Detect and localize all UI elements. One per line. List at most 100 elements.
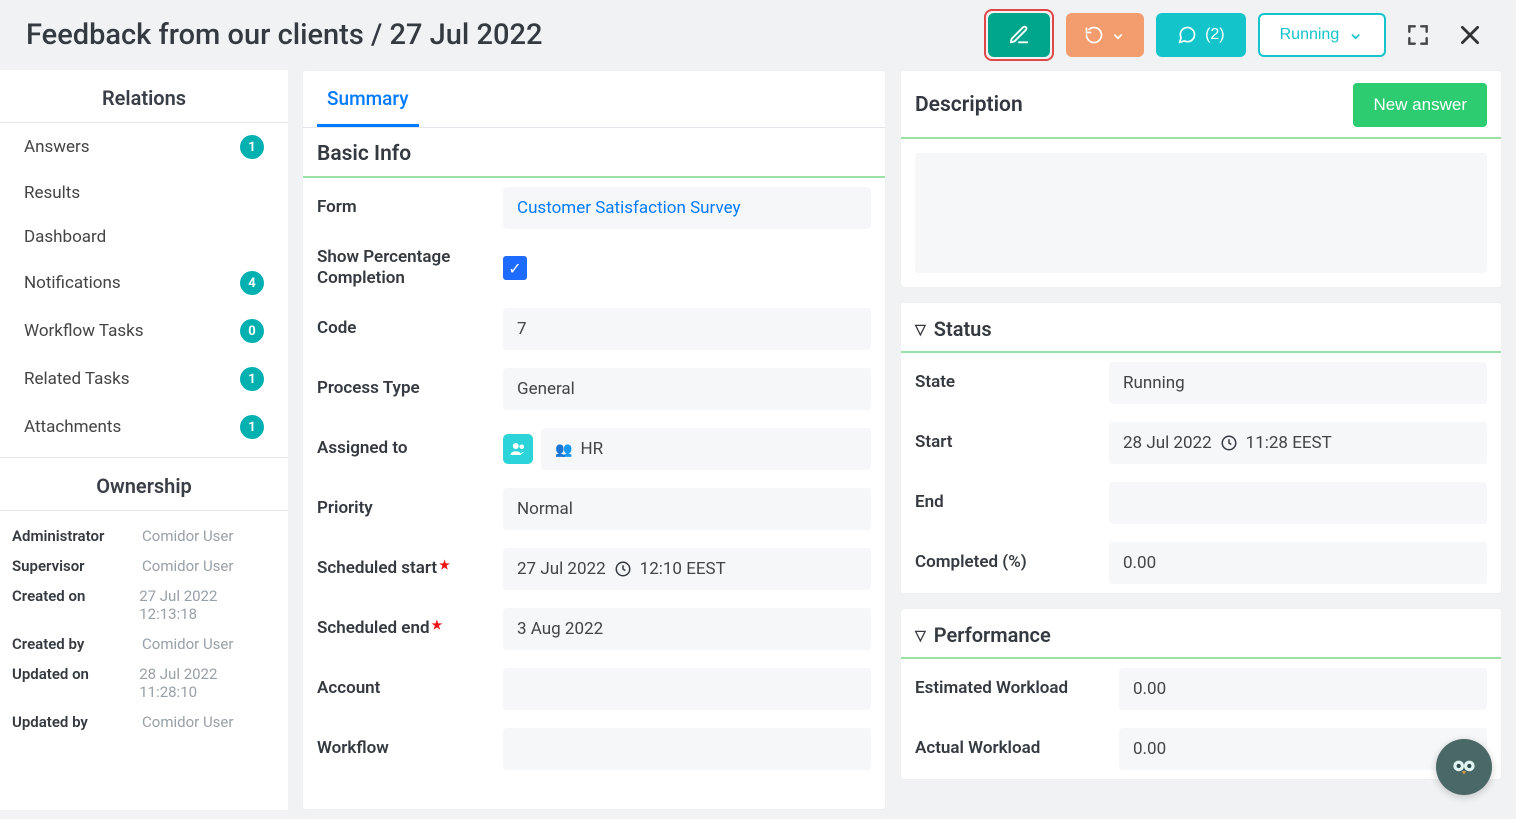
clock-icon bbox=[1220, 434, 1238, 452]
sidebar-item-related-tasks[interactable]: Related Tasks 1 bbox=[0, 355, 288, 403]
ownership-row: SupervisorComidor User bbox=[12, 551, 276, 581]
close-button[interactable] bbox=[1450, 15, 1490, 55]
tab-summary[interactable]: Summary bbox=[317, 71, 419, 127]
estimated-workload-label: Estimated Workload bbox=[915, 678, 1105, 699]
actual-workload-label: Actual Workload bbox=[915, 738, 1105, 759]
start-time: 11:28 EEST bbox=[1246, 433, 1332, 453]
tabs: Summary bbox=[303, 71, 885, 128]
chevron-down-icon bbox=[1347, 26, 1364, 44]
show-pct-checkbox[interactable]: ✓ bbox=[503, 256, 527, 280]
ownership-key: Created on bbox=[12, 587, 139, 623]
sidebar-item-label: Attachments bbox=[24, 417, 121, 437]
sidebar-item-results[interactable]: Results bbox=[0, 171, 288, 215]
workflow-label: Workflow bbox=[317, 738, 489, 759]
ownership-value: Comidor User bbox=[142, 527, 233, 545]
scheduled-end-field: 3 Aug 2022 bbox=[503, 608, 871, 650]
running-label: Running bbox=[1280, 26, 1340, 44]
performance-title: Performance bbox=[901, 609, 1501, 659]
state-label: State bbox=[915, 372, 1095, 393]
ownership-key: Updated by bbox=[12, 713, 142, 731]
ownership-value: 27 Jul 2022 12:13:18 bbox=[139, 587, 276, 623]
end-field bbox=[1109, 482, 1487, 524]
clock-icon bbox=[614, 560, 632, 578]
count-badge: 1 bbox=[240, 415, 264, 439]
sidebar-item-label: Results bbox=[24, 183, 80, 203]
count-badge: 1 bbox=[240, 135, 264, 159]
ownership-grid: AdministratorComidor User SupervisorComi… bbox=[0, 511, 288, 747]
help-owl-button[interactable] bbox=[1436, 739, 1492, 795]
sidebar-item-label: Answers bbox=[24, 137, 90, 157]
collapse-icon[interactable] bbox=[915, 623, 934, 647]
fullscreen-button[interactable] bbox=[1398, 15, 1438, 55]
ownership-row: Updated on28 Jul 2022 11:28:10 bbox=[12, 659, 276, 707]
performance-card: Performance Estimated Workload 0.00 Actu… bbox=[900, 608, 1502, 780]
account-field bbox=[503, 668, 871, 710]
scheduled-start-field: 27 Jul 2022 12:10 EEST bbox=[503, 548, 871, 590]
sidebar-item-answers[interactable]: Answers 1 bbox=[0, 123, 288, 171]
process-type-field: General bbox=[503, 368, 871, 410]
ownership-value: Comidor User bbox=[142, 713, 233, 731]
running-status-button[interactable]: Running bbox=[1258, 13, 1386, 57]
comments-button[interactable]: (2) bbox=[1156, 13, 1246, 57]
assigned-to-value: HR bbox=[580, 439, 603, 459]
ownership-row: Created byComidor User bbox=[12, 629, 276, 659]
group-icon bbox=[555, 439, 572, 459]
history-button[interactable] bbox=[1066, 13, 1144, 57]
ownership-row: Updated byComidor User bbox=[12, 707, 276, 737]
sidebar-item-notifications[interactable]: Notifications 4 bbox=[0, 259, 288, 307]
new-answer-button[interactable]: New answer bbox=[1353, 83, 1487, 127]
top-actions: (2) Running bbox=[984, 9, 1490, 61]
ownership-row: AdministratorComidor User bbox=[12, 521, 276, 551]
collapse-icon[interactable] bbox=[915, 317, 934, 341]
ownership-row: Created on27 Jul 2022 12:13:18 bbox=[12, 581, 276, 629]
ownership-key: Administrator bbox=[12, 527, 142, 545]
status-card: Status State Running Start 28 Jul 2022 1… bbox=[900, 302, 1502, 594]
code-label: Code bbox=[317, 318, 489, 339]
form-label: Form bbox=[317, 197, 489, 218]
account-label: Account bbox=[317, 678, 489, 699]
edit-button[interactable] bbox=[988, 13, 1050, 57]
process-type-label: Process Type bbox=[317, 378, 489, 399]
count-badge: 0 bbox=[240, 319, 264, 343]
count-badge: 4 bbox=[240, 271, 264, 295]
page-title: Feedback from our clients / 27 Jul 2022 bbox=[26, 18, 542, 52]
sidebar-item-attachments[interactable]: Attachments 1 bbox=[0, 403, 288, 451]
show-pct-label: Show Percentage Completion bbox=[317, 247, 489, 290]
comment-icon bbox=[1177, 25, 1197, 45]
description-title: Description bbox=[915, 93, 1023, 117]
count-badge: 1 bbox=[240, 367, 264, 391]
description-card: Description New answer bbox=[900, 70, 1502, 288]
completed-label: Completed (%) bbox=[915, 552, 1095, 573]
assigned-to-field: HR bbox=[541, 428, 871, 470]
priority-label: Priority bbox=[317, 498, 489, 519]
ownership-key: Supervisor bbox=[12, 557, 142, 575]
assigned-to-label: Assigned to bbox=[317, 438, 489, 459]
form-field[interactable]: Customer Satisfaction Survey bbox=[503, 187, 871, 229]
ownership-value: Comidor User bbox=[142, 635, 233, 653]
estimated-workload-field: 0.00 bbox=[1119, 668, 1487, 710]
start-label: Start bbox=[915, 432, 1095, 453]
sidebar-item-label: Related Tasks bbox=[24, 369, 130, 389]
ownership-key: Created by bbox=[12, 635, 142, 653]
scheduled-start-date: 27 Jul 2022 bbox=[517, 559, 606, 579]
code-field: 7 bbox=[503, 308, 871, 350]
status-title: Status bbox=[901, 303, 1501, 353]
priority-field: Normal bbox=[503, 488, 871, 530]
basic-info-title: Basic Info bbox=[303, 128, 885, 178]
sidebar: Relations Answers 1 Results Dashboard No… bbox=[0, 70, 288, 810]
scheduled-start-label: Scheduled start bbox=[317, 558, 489, 579]
end-label: End bbox=[915, 492, 1095, 513]
relations-title: Relations bbox=[0, 70, 288, 123]
chevron-down-icon bbox=[1110, 26, 1127, 44]
sidebar-item-label: Dashboard bbox=[24, 227, 106, 247]
description-textarea[interactable] bbox=[915, 153, 1487, 273]
edit-button-highlight bbox=[984, 9, 1054, 61]
sidebar-item-workflow-tasks[interactable]: Workflow Tasks 0 bbox=[0, 307, 288, 355]
pencil-icon bbox=[1008, 24, 1030, 46]
ownership-key: Updated on bbox=[12, 665, 139, 701]
form-link[interactable]: Customer Satisfaction Survey bbox=[517, 198, 741, 218]
sidebar-item-dashboard[interactable]: Dashboard bbox=[0, 215, 288, 259]
comments-count: (2) bbox=[1205, 26, 1225, 44]
people-icon bbox=[503, 434, 533, 464]
sidebar-item-label: Notifications bbox=[24, 273, 121, 293]
